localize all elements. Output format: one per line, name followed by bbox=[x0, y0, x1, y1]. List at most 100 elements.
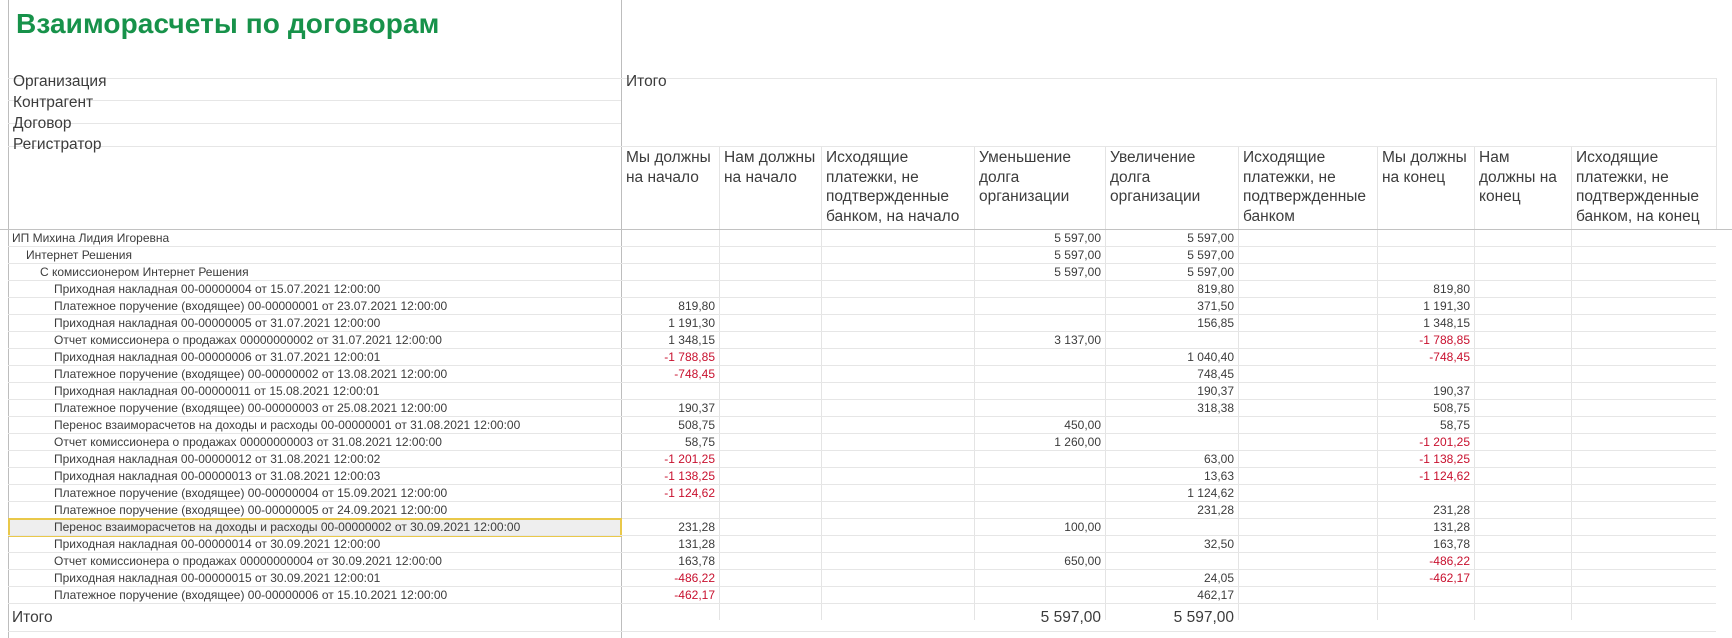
row-value-col-6[interactable] bbox=[1238, 451, 1373, 468]
row-value-col-6[interactable] bbox=[1238, 400, 1373, 417]
row-value-col-8[interactable] bbox=[1474, 587, 1567, 604]
row-value-col-3[interactable] bbox=[821, 451, 970, 468]
row-value-col-2[interactable] bbox=[719, 349, 817, 366]
row-value-col-9[interactable] bbox=[1571, 417, 1728, 434]
column-header-2[interactable]: Нам должны на начало bbox=[724, 148, 818, 187]
table-row[interactable]: Приходная накладная 00-00000012 от 31.08… bbox=[0, 451, 1732, 468]
row-value-col-2[interactable] bbox=[719, 553, 817, 570]
row-label[interactable]: Отчет комиссионера о продажах 0000000000… bbox=[54, 434, 615, 451]
row-value-col-6[interactable] bbox=[1238, 434, 1373, 451]
row-value-col-8[interactable] bbox=[1474, 434, 1567, 451]
row-value-col-8[interactable] bbox=[1474, 485, 1567, 502]
row-value-col-9[interactable] bbox=[1571, 587, 1728, 604]
table-row[interactable]: Отчет комиссионера о продажах 0000000000… bbox=[0, 553, 1732, 570]
row-value-col-7[interactable] bbox=[1377, 247, 1470, 264]
row-value-col-5[interactable]: 318,38 bbox=[1105, 400, 1234, 417]
row-value-col-8[interactable] bbox=[1474, 383, 1567, 400]
table-row[interactable]: Платежное поручение (входящее) 00-000000… bbox=[0, 502, 1732, 519]
row-value-col-1[interactable]: 508,75 bbox=[621, 417, 715, 434]
row-value-col-2[interactable] bbox=[719, 485, 817, 502]
table-row[interactable]: Отчет комиссионера о продажах 0000000000… bbox=[0, 434, 1732, 451]
row-value-col-4[interactable] bbox=[974, 349, 1101, 366]
row-value-col-2[interactable] bbox=[719, 587, 817, 604]
row-value-col-7[interactable]: 163,78 bbox=[1377, 536, 1470, 553]
row-value-col-4[interactable] bbox=[974, 366, 1101, 383]
row-value-col-2[interactable] bbox=[719, 332, 817, 349]
row-value-col-8[interactable] bbox=[1474, 553, 1567, 570]
row-value-col-2[interactable] bbox=[719, 298, 817, 315]
row-value-col-5[interactable]: 32,50 bbox=[1105, 536, 1234, 553]
row-value-col-7[interactable]: 508,75 bbox=[1377, 400, 1470, 417]
row-value-col-8[interactable] bbox=[1474, 315, 1567, 332]
row-value-col-9[interactable] bbox=[1571, 366, 1728, 383]
total-value-col-8[interactable] bbox=[1474, 606, 1567, 630]
row-value-col-7[interactable]: -748,45 bbox=[1377, 349, 1470, 366]
total-value-col-5[interactable]: 5 597,00 bbox=[1105, 606, 1234, 630]
row-value-col-9[interactable] bbox=[1571, 264, 1728, 281]
row-value-col-1[interactable] bbox=[621, 502, 715, 519]
total-row[interactable]: Итого 5 597,00 5 597,00 bbox=[0, 606, 1732, 630]
row-value-col-7[interactable]: 1 348,15 bbox=[1377, 315, 1470, 332]
row-value-col-2[interactable] bbox=[719, 247, 817, 264]
row-value-col-7[interactable]: -486,22 bbox=[1377, 553, 1470, 570]
row-label[interactable]: Отчет комиссионера о продажах 0000000000… bbox=[54, 553, 615, 570]
row-value-col-8[interactable] bbox=[1474, 400, 1567, 417]
row-value-col-3[interactable] bbox=[821, 502, 970, 519]
row-value-col-9[interactable] bbox=[1571, 230, 1728, 247]
row-value-col-8[interactable] bbox=[1474, 247, 1567, 264]
row-value-col-9[interactable] bbox=[1571, 519, 1728, 536]
row-value-col-9[interactable] bbox=[1571, 536, 1728, 553]
row-value-col-4[interactable] bbox=[974, 383, 1101, 400]
row-value-col-6[interactable] bbox=[1238, 298, 1373, 315]
row-label[interactable]: Платежное поручение (входящее) 00-000000… bbox=[54, 298, 615, 315]
row-value-col-3[interactable] bbox=[821, 315, 970, 332]
row-value-col-3[interactable] bbox=[821, 332, 970, 349]
row-label[interactable]: Приходная накладная 00-00000005 от 31.07… bbox=[54, 315, 615, 332]
row-value-col-9[interactable] bbox=[1571, 468, 1728, 485]
row-value-col-9[interactable] bbox=[1571, 332, 1728, 349]
table-row[interactable]: Платежное поручение (входящее) 00-000000… bbox=[0, 400, 1732, 417]
row-label[interactable]: Приходная накладная 00-00000013 от 31.08… bbox=[54, 468, 615, 485]
row-value-col-3[interactable] bbox=[821, 587, 970, 604]
row-value-col-5[interactable] bbox=[1105, 519, 1234, 536]
row-value-col-6[interactable] bbox=[1238, 281, 1373, 298]
column-header-6[interactable]: Исходящие платежки, не подтвержденные ба… bbox=[1243, 148, 1374, 226]
row-value-col-5[interactable]: 1 040,40 bbox=[1105, 349, 1234, 366]
row-value-col-5[interactable]: 231,28 bbox=[1105, 502, 1234, 519]
row-label[interactable]: Платежное поручение (входящее) 00-000000… bbox=[54, 400, 615, 417]
row-value-col-6[interactable] bbox=[1238, 536, 1373, 553]
row-value-col-6[interactable] bbox=[1238, 332, 1373, 349]
row-value-col-9[interactable] bbox=[1571, 349, 1728, 366]
row-label[interactable]: С комиссионером Интернет Решения bbox=[40, 264, 615, 281]
row-value-col-7[interactable]: -1 788,85 bbox=[1377, 332, 1470, 349]
row-value-col-7[interactable]: -1 124,62 bbox=[1377, 468, 1470, 485]
total-value-col-2[interactable] bbox=[719, 606, 817, 630]
total-value-col-6[interactable] bbox=[1238, 606, 1373, 630]
row-value-col-1[interactable]: 131,28 bbox=[621, 536, 715, 553]
row-value-col-4[interactable] bbox=[974, 502, 1101, 519]
row-value-col-6[interactable] bbox=[1238, 519, 1373, 536]
row-value-col-1[interactable] bbox=[621, 264, 715, 281]
row-value-col-8[interactable] bbox=[1474, 298, 1567, 315]
row-value-col-6[interactable] bbox=[1238, 230, 1373, 247]
row-value-col-7[interactable]: 819,80 bbox=[1377, 281, 1470, 298]
row-value-col-4[interactable]: 650,00 bbox=[974, 553, 1101, 570]
column-header-5[interactable]: Увеличение долга организации bbox=[1110, 148, 1235, 207]
row-value-col-3[interactable] bbox=[821, 230, 970, 247]
row-value-col-1[interactable]: -1 201,25 bbox=[621, 451, 715, 468]
row-value-col-4[interactable]: 3 137,00 bbox=[974, 332, 1101, 349]
row-value-col-4[interactable]: 5 597,00 bbox=[974, 247, 1101, 264]
row-value-col-8[interactable] bbox=[1474, 519, 1567, 536]
row-value-col-5[interactable]: 156,85 bbox=[1105, 315, 1234, 332]
table-row[interactable]: Перенос взаиморасчетов на доходы и расхо… bbox=[0, 518, 1732, 537]
row-value-col-1[interactable]: 231,28 bbox=[621, 519, 715, 536]
row-value-col-2[interactable] bbox=[719, 417, 817, 434]
row-value-col-6[interactable] bbox=[1238, 570, 1373, 587]
table-row[interactable]: Отчет комиссионера о продажах 0000000000… bbox=[0, 332, 1732, 349]
table-row[interactable]: С комиссионером Интернет Решения 5 597,00… bbox=[0, 264, 1732, 281]
row-value-col-6[interactable] bbox=[1238, 366, 1373, 383]
row-value-col-9[interactable] bbox=[1571, 247, 1728, 264]
row-value-col-1[interactable]: 58,75 bbox=[621, 434, 715, 451]
row-value-col-4[interactable] bbox=[974, 468, 1101, 485]
row-value-col-1[interactable]: -1 138,25 bbox=[621, 468, 715, 485]
